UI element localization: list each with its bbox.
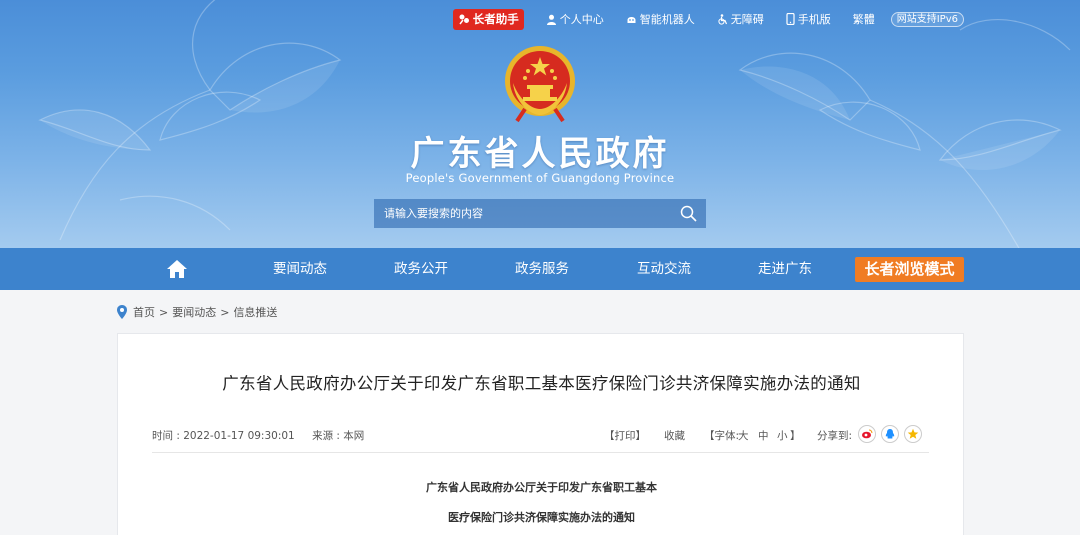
font-medium-button[interactable]: 中: [758, 428, 769, 443]
accessibility-label: 无障碍: [730, 13, 764, 26]
decorative-flower-left: [38, 0, 342, 241]
font-large-button[interactable]: 大: [738, 428, 749, 443]
search-box: [374, 199, 706, 228]
breadcrumb-home[interactable]: 首页: [133, 304, 155, 320]
mobile-label: 手机版: [797, 13, 831, 26]
traditional-chinese-label: 繁體: [852, 13, 875, 26]
personal-center-link[interactable]: 个人中心: [546, 11, 604, 27]
search-input[interactable]: [374, 199, 670, 228]
site-header: 长者助手 个人中心 智能机器人 无障碍 手机版 繁體 网站支持IPv6 广东省人…: [0, 0, 1080, 248]
font-size-label-open: 【字体:: [704, 430, 740, 442]
ipv6-label: 网站支持IPv6: [896, 13, 958, 25]
personal-center-label: 个人中心: [559, 13, 604, 26]
qzone-star-icon: [907, 428, 919, 439]
national-emblem-icon: [505, 46, 575, 123]
wheelchair-icon: [718, 13, 727, 25]
breadcrumb-separator: >: [220, 305, 230, 319]
publish-time: 时间 : 2022-01-17 09:30:01: [152, 430, 295, 442]
top-utility-bar: 长者助手 个人中心 智能机器人 无障碍 手机版 繁體 网站支持IPv6: [452, 8, 964, 30]
elder-assistant-icon: [459, 14, 469, 25]
ipv6-badge: 网站支持IPv6: [890, 11, 964, 27]
breadcrumb: 首页 > 要闻动态 > 信息推送: [117, 304, 277, 320]
breadcrumb-news[interactable]: 要闻动态: [172, 304, 216, 320]
weibo-icon: [862, 429, 873, 439]
favorite-button[interactable]: 收藏: [664, 428, 685, 443]
nav-item-gov-affairs[interactable]: 政务公开: [394, 248, 448, 290]
nav-item-news[interactable]: 要闻动态: [273, 248, 327, 290]
search-icon: [680, 205, 697, 222]
location-pin-icon: [117, 305, 127, 319]
share-icons: [858, 425, 927, 443]
breadcrumb-separator: >: [159, 305, 169, 319]
weibo-share-button[interactable]: [858, 425, 876, 443]
meta-divider: [152, 452, 929, 453]
share-label: 分享到:: [817, 430, 853, 442]
robot-icon: [627, 16, 636, 23]
qq-share-button[interactable]: [881, 425, 899, 443]
body-heading-line-1: 广东省人民政府办公厅关于印发广东省职工基本: [426, 481, 657, 494]
nav-item-interaction[interactable]: 互动交流: [637, 248, 691, 290]
nav-item-services[interactable]: 政务服务: [515, 248, 569, 290]
site-subtitle: People's Government of Guangdong Provinc…: [405, 171, 675, 185]
traditional-chinese-link[interactable]: 繁體: [853, 11, 875, 27]
article-card: 广东省人民政府办公厅关于印发广东省职工基本医疗保险门诊共济保障实施办法的通知 时…: [117, 333, 964, 535]
search-button[interactable]: [670, 199, 706, 228]
elder-mode-button[interactable]: 长者浏览模式: [855, 257, 964, 282]
breadcrumb-current[interactable]: 信息推送: [233, 304, 277, 320]
nav-item-about-guangdong[interactable]: 走进广东: [758, 248, 812, 290]
mobile-phone-icon: [786, 13, 795, 25]
qzone-share-button[interactable]: [904, 425, 922, 443]
decorative-flower-right: [738, 19, 1071, 248]
accessibility-link[interactable]: 无障碍: [717, 11, 764, 27]
body-heading-line-2: 医疗保险门诊共济保障实施办法的通知: [448, 511, 635, 524]
elder-assistant-button[interactable]: 长者助手: [452, 8, 524, 30]
print-button[interactable]: 【打印】: [604, 428, 646, 443]
article-meta: 时间 : 2022-01-17 09:30:01 来源 : 本网: [152, 428, 378, 443]
main-nav: 要闻动态 政务公开 政务服务 互动交流 走进广东 长者浏览模式: [0, 248, 1080, 290]
article-title: 广东省人民政府办公厅关于印发广东省职工基本医疗保险门诊共济保障实施办法的通知: [222, 374, 861, 393]
site-title: 广东省人民政府: [410, 134, 670, 174]
mobile-link[interactable]: 手机版: [786, 11, 831, 27]
article-source: 来源 : 本网: [312, 430, 365, 442]
robot-link[interactable]: 智能机器人: [626, 11, 695, 27]
qq-icon: [885, 429, 895, 439]
person-icon: [546, 14, 556, 25]
elder-assistant-label: 长者助手: [472, 12, 519, 26]
home-icon[interactable]: [166, 259, 188, 279]
font-small-button[interactable]: 小: [777, 428, 788, 443]
robot-label: 智能机器人: [639, 13, 695, 26]
font-size-label-close: 】: [790, 430, 801, 442]
